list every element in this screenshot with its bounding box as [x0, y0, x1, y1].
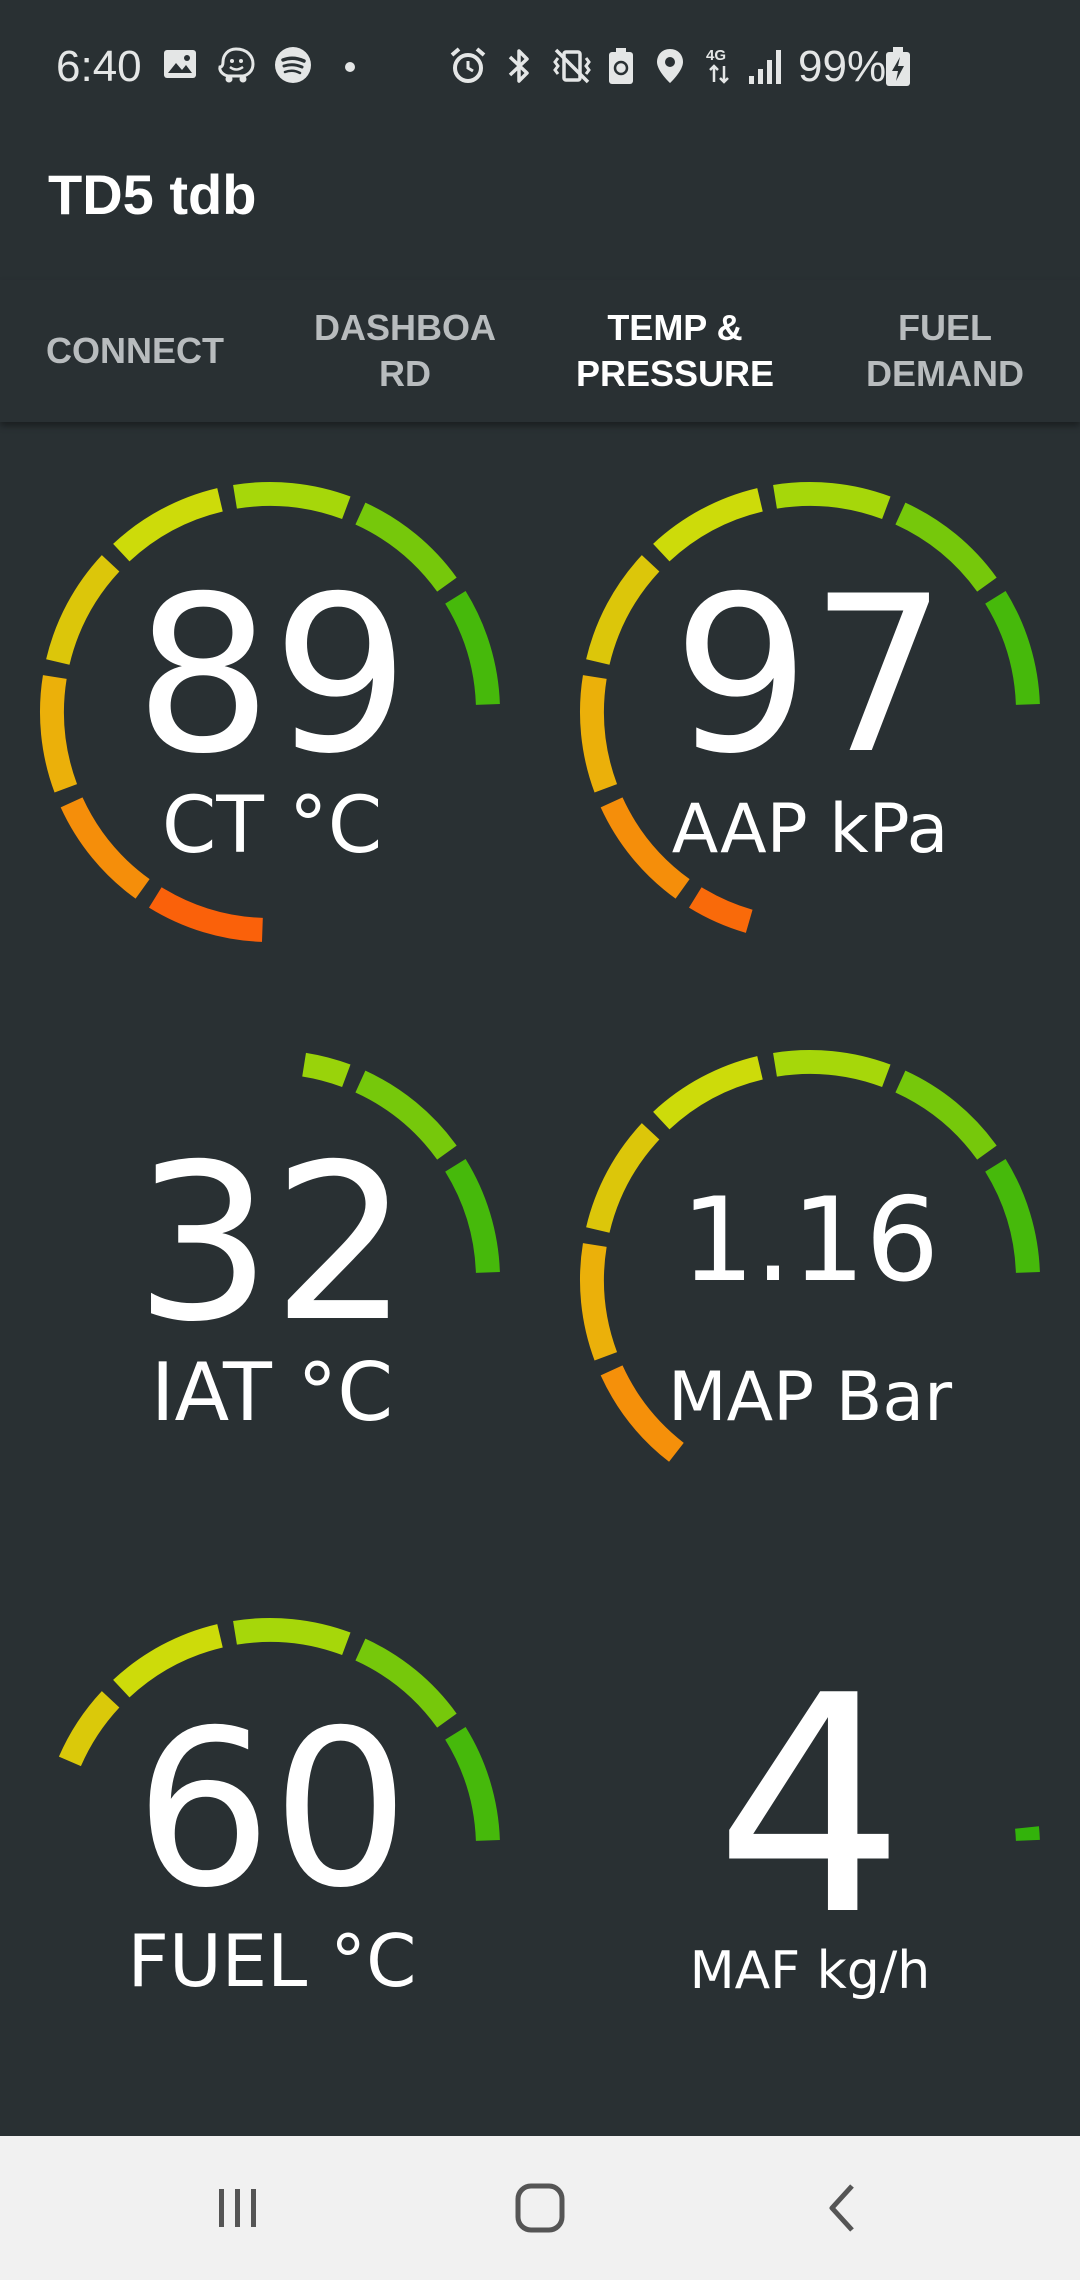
bluetooth-icon	[508, 49, 529, 83]
gauge-fuel: 60 FUEL °C	[58, 1617, 500, 2003]
gauge-arc-segment	[600, 1365, 684, 1462]
navigation-bar	[0, 2136, 1080, 2280]
tab-label: FUEL DEMAND	[866, 307, 1024, 394]
gauge-arc-segment	[688, 887, 753, 933]
location-icon	[657, 49, 683, 83]
tab-bar: CONNECT DASHBOA RD TEMP & PRESSURE FUEL …	[0, 280, 1080, 422]
gauge-label: MAF kg/h	[690, 1941, 930, 2001]
gauge-arc-segment	[233, 481, 351, 520]
gauge-arc-segment	[39, 675, 78, 793]
gauge-arc-segment	[233, 1617, 351, 1656]
gauge-aap: 97 AAP kPa	[579, 481, 1040, 933]
gauge-iat: 32 IAT °C	[135, 1052, 500, 1439]
gauge-arc-segment	[445, 1726, 500, 1842]
gauge-arc-segment	[773, 1049, 891, 1088]
gauge-ct: 89 CT °C	[39, 481, 500, 942]
gauge-value: 60	[135, 1684, 410, 1935]
waze-icon	[218, 47, 255, 83]
gauge-label: IAT °C	[151, 1346, 393, 1439]
gauge-arc-segment	[60, 797, 150, 899]
gauge-arc-segment	[301, 1052, 351, 1088]
dot-icon	[345, 62, 355, 72]
tab-connect[interactable]: CONNECT	[0, 280, 270, 422]
home-icon	[515, 2183, 565, 2233]
gauge-arc-segment	[148, 887, 264, 942]
tab-fuel-demand[interactable]: FUEL DEMAND	[810, 280, 1080, 422]
gauge-arc-segment	[895, 1070, 997, 1160]
gauge-map: 1.16 MAP Bar	[579, 1049, 1040, 1462]
status-time: 6:40	[56, 42, 142, 91]
signal-icon	[749, 50, 781, 84]
gauge-value: 4	[715, 1632, 906, 1981]
gauge-arc-segment	[445, 1158, 500, 1274]
gauge-arc-segment	[773, 481, 891, 520]
tab-temp-pressure[interactable]: TEMP & PRESSURE	[540, 280, 810, 422]
gauge-value: 1.16	[681, 1173, 939, 1308]
4g-icon: 4G	[706, 47, 729, 84]
gauge-arc-segment	[579, 675, 618, 793]
gauge-arc-segment	[985, 1158, 1040, 1274]
tab-label: DASHBOA RD	[313, 307, 496, 394]
recent-apps-icon	[219, 2189, 256, 2227]
gauge-label: AAP kPa	[672, 790, 949, 869]
recent-apps-button[interactable]	[178, 2136, 298, 2280]
gauge-value: 97	[673, 550, 948, 801]
app-title: TD5 tdb	[48, 163, 257, 226]
vibrate-icon	[553, 48, 591, 84]
gauge-arc-segment	[445, 590, 500, 706]
gauge-arc-segment	[985, 590, 1040, 706]
gauge-arc-segment	[58, 1691, 120, 1767]
battery-charging-icon	[886, 47, 910, 86]
gauge-arc-segment	[653, 1056, 763, 1130]
home-button[interactable]	[480, 2136, 600, 2280]
gauge-arc-segment	[113, 488, 223, 562]
gauge-arc-segment	[586, 555, 660, 665]
gauge-label: MAP Bar	[668, 1358, 952, 1437]
gauge-maf: 4 MAF kg/h	[690, 1632, 1040, 2001]
gauge-arc-segment	[1015, 1826, 1040, 1841]
gauge-arc-segment	[113, 1624, 223, 1698]
spotify-icon	[275, 47, 311, 83]
gauge-arc-segment	[46, 555, 120, 665]
svg-text:4G: 4G	[706, 47, 726, 64]
status-bar: 6:40 4G 99%	[0, 0, 1080, 140]
tab-dashboard[interactable]: DASHBOA RD	[270, 280, 540, 422]
gauge-label: CT °C	[162, 781, 382, 871]
back-icon	[829, 2184, 854, 2232]
battery-percent: 99%	[798, 42, 887, 91]
battery-saver-icon	[609, 48, 633, 84]
alarm-icon	[450, 47, 486, 83]
image-icon	[164, 50, 196, 78]
tab-label: CONNECT	[46, 330, 224, 371]
gauge-arc-segment	[586, 1123, 660, 1233]
gauge-arc-segment	[653, 488, 763, 562]
tab-label: TEMP & PRESSURE	[575, 307, 775, 394]
gauge-value: 32	[135, 1118, 410, 1369]
gauges-grid: 89 CT °C 97 AAP kPa 32 IAT °C 1.16 MAP B…	[39, 481, 1040, 2003]
gauge-arc-segment	[579, 1243, 618, 1361]
gauge-label: FUEL °C	[128, 1919, 417, 2003]
gauge-value: 89	[135, 550, 410, 801]
back-button[interactable]	[782, 2136, 902, 2280]
